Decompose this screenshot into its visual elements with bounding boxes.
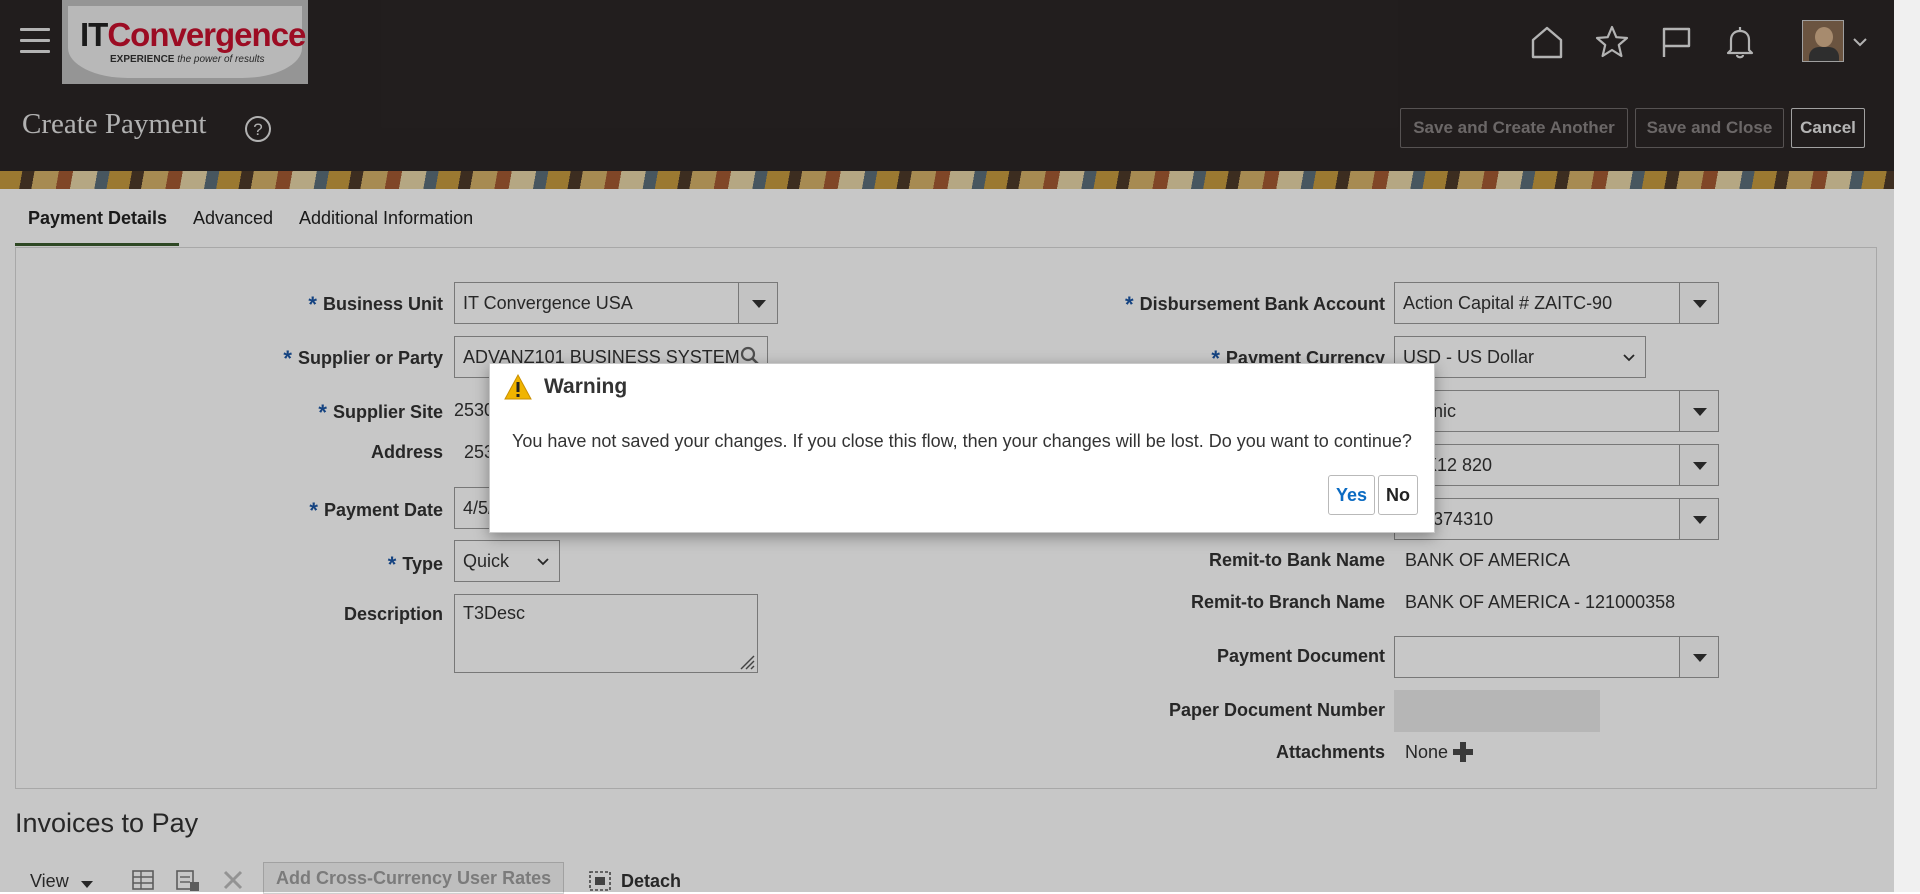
- dialog-message: You have not saved your changes. If you …: [512, 431, 1412, 451]
- page-scrollbar[interactable]: [1894, 0, 1920, 892]
- yes-button[interactable]: Yes: [1328, 475, 1376, 515]
- no-button[interactable]: No: [1378, 475, 1418, 515]
- warning-dialog: Warning You have not saved your changes.…: [489, 363, 1435, 533]
- warning-icon: [504, 374, 532, 400]
- dialog-title: Warning: [544, 375, 628, 398]
